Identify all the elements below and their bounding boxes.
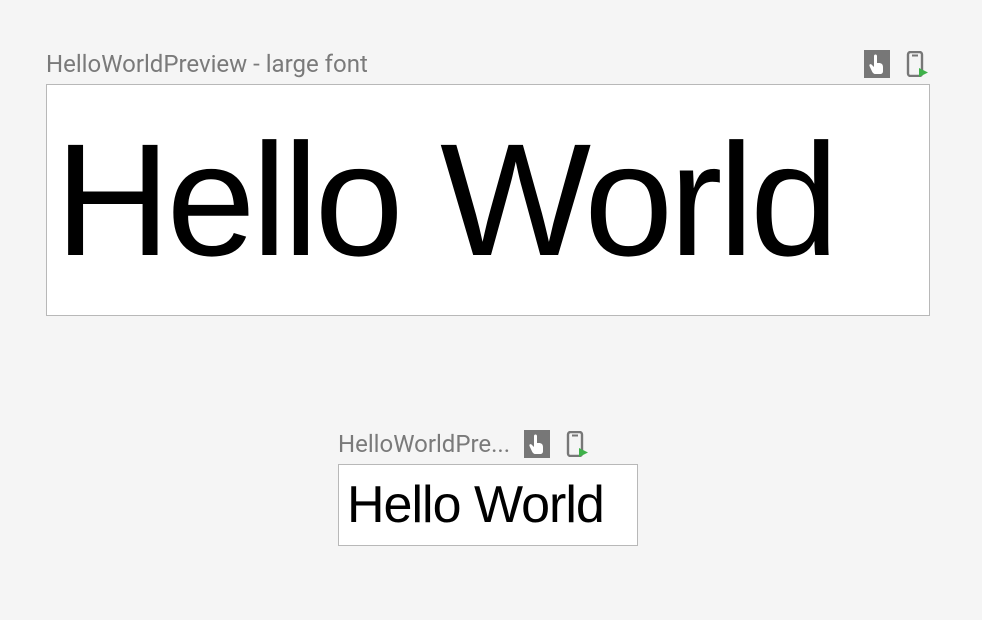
preview-title: HelloWorldPreview - large font: [46, 50, 864, 78]
interactive-mode-button[interactable]: [524, 431, 550, 457]
preview-actions: [524, 431, 590, 457]
device-run-icon: [564, 431, 590, 457]
preview-title: HelloWorldPre...: [338, 430, 510, 458]
touch-icon: [864, 50, 890, 78]
preview-actions: [864, 51, 930, 77]
touch-icon: [524, 430, 550, 458]
run-preview-button[interactable]: [564, 431, 590, 457]
rendered-text: Hello World: [347, 479, 604, 531]
run-preview-button[interactable]: [904, 51, 930, 77]
preview-header: HelloWorldPreview - large font: [46, 50, 930, 78]
preview-canvas[interactable]: Hello World: [46, 84, 930, 316]
preview-block-small: HelloWorldPre... Hello World: [338, 430, 638, 546]
device-run-icon: [904, 51, 930, 77]
preview-header: HelloWorldPre...: [338, 430, 638, 458]
preview-block-large: HelloWorldPreview - large font Hello Wor…: [46, 50, 930, 316]
rendered-text: Hello World: [55, 120, 835, 280]
interactive-mode-button[interactable]: [864, 51, 890, 77]
preview-canvas[interactable]: Hello World: [338, 464, 638, 546]
